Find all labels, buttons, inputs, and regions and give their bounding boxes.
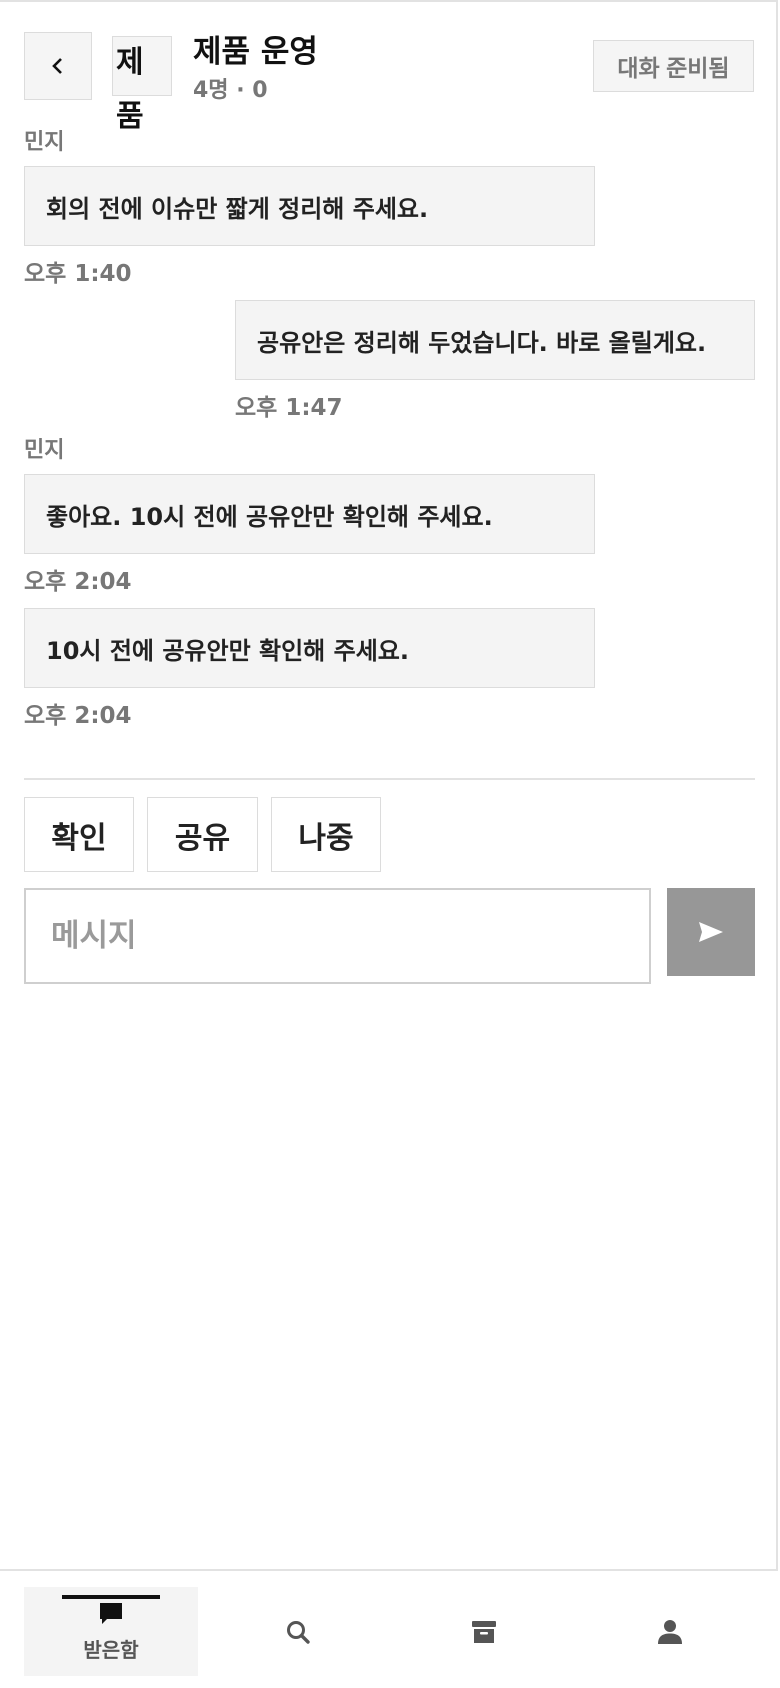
room-avatar-text: 제품: [116, 45, 144, 134]
message-sender: 민지: [24, 130, 65, 155]
bottom-nav: 받은함: [0, 1569, 778, 1688]
message-time: 오후 2:04: [24, 569, 132, 595]
message-input[interactable]: [24, 888, 651, 984]
composer-divider: [24, 778, 755, 780]
message-bubble-incoming[interactable]: 회의 전에 이슈만 짧게 정리해 주세요.: [24, 166, 595, 246]
nav-item-label: 받은함: [83, 1638, 139, 1662]
app-frame: 제품 제품 운영 4명 · 0 대화 준비됨 민지 회의 전에 이슈만 짧게 정…: [0, 0, 778, 1688]
nav-item-inbox[interactable]: 받은함: [24, 1587, 198, 1676]
chat-status-button[interactable]: 대화 준비됨: [593, 40, 754, 92]
send-icon: [699, 922, 723, 942]
chat-bubble-icon: [100, 1603, 122, 1624]
nav-item-archive[interactable]: [397, 1587, 571, 1676]
back-button[interactable]: [24, 32, 92, 100]
message-time: 오후 2:04: [24, 703, 132, 729]
message-bubble-outgoing[interactable]: 공유안은 정리해 두었습니다. 바로 올릴게요.: [235, 300, 755, 380]
chevron-left-icon: [52, 58, 62, 74]
archive-icon: [472, 1620, 496, 1643]
message-time: 오후 1:40: [24, 261, 132, 287]
nav-active-indicator: [62, 1595, 160, 1599]
room-title: 제품 운영: [193, 34, 318, 70]
room-meta: 4명 · 0: [193, 78, 268, 103]
message-sender: 민지: [24, 438, 65, 463]
person-icon: [658, 1619, 682, 1644]
message-time: 오후 1:47: [235, 395, 343, 421]
quick-reply-later[interactable]: 나중: [271, 797, 381, 872]
nav-item-search[interactable]: [211, 1587, 385, 1676]
quick-reply-confirm[interactable]: 확인: [24, 797, 134, 872]
send-button[interactable]: [667, 888, 755, 976]
message-bubble-incoming[interactable]: 좋아요. 10시 전에 공유안만 확인해 주세요.: [24, 474, 595, 554]
message-bubble-incoming[interactable]: 10시 전에 공유안만 확인해 주세요.: [24, 608, 595, 688]
quick-reply-share[interactable]: 공유: [147, 797, 258, 872]
search-icon: [287, 1620, 310, 1644]
nav-item-profile[interactable]: [583, 1587, 757, 1676]
